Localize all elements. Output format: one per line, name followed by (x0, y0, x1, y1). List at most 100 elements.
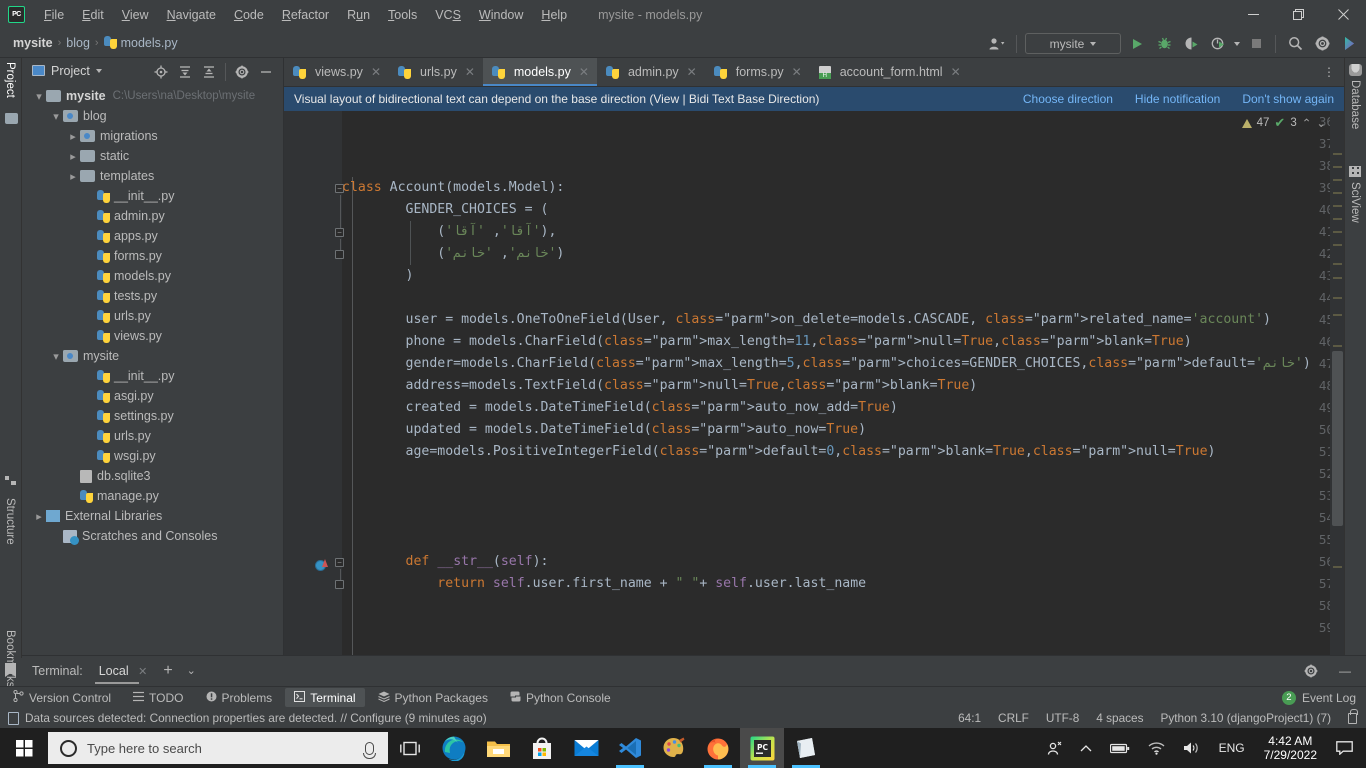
chevron-right-icon[interactable] (66, 130, 80, 143)
close-button[interactable] (1321, 0, 1366, 29)
tool-button-sciview[interactable]: SciView (1349, 182, 1361, 223)
code-editor[interactable]: − − − class Account(models.Model): GENDE… (284, 111, 1344, 658)
show-hidden-icons-chevron-up-icon[interactable] (1071, 728, 1101, 768)
menu-edit[interactable]: Edit (73, 4, 113, 26)
tool-button-problems[interactable]: Problems (197, 688, 282, 707)
file-encoding[interactable]: UTF-8 (1046, 711, 1079, 725)
settings-gear-icon[interactable] (1311, 33, 1333, 55)
editor-tab-views-py[interactable]: views.py ✕ (284, 58, 389, 86)
chevron-down-icon[interactable] (49, 350, 63, 363)
project-settings-gear-icon[interactable] (231, 61, 253, 83)
tool-button-bookmarks[interactable]: Bookmarks (4, 630, 16, 688)
editor-tab-forms-py[interactable]: forms.py ✕ (705, 58, 810, 86)
project-tree[interactable]: mysite C:\Users\na\Desktop\mysite blog migr… (22, 84, 283, 650)
tree-item-mysite[interactable]: mysite (22, 346, 283, 366)
volume-icon[interactable] (1174, 728, 1210, 768)
tool-button-database[interactable]: Database (1349, 80, 1361, 129)
profile-chevron-down-icon[interactable] (1234, 41, 1240, 46)
chevron-right-icon[interactable] (32, 510, 46, 523)
wifi-icon[interactable] (1139, 728, 1174, 768)
collapse-all-icon[interactable] (198, 61, 220, 83)
tree-item-wsgi-py[interactable]: wsgi.py (22, 446, 283, 466)
chevron-right-icon[interactable] (66, 150, 80, 163)
stop-icon[interactable] (1245, 33, 1267, 55)
search-everywhere-icon[interactable] (1284, 33, 1306, 55)
tool-button-structure[interactable]: Structure (4, 498, 16, 545)
editor-marker-bar[interactable] (1330, 111, 1344, 658)
project-view-chevron-down-icon[interactable] (95, 68, 102, 73)
next-problem-icon[interactable]: ⌄ (1316, 116, 1326, 130)
tree-item-external-libraries[interactable]: External Libraries (22, 506, 283, 526)
tool-button-version-control[interactable]: Version Control (4, 688, 120, 707)
tree-item-db-sqlite3[interactable]: db.sqlite3 (22, 466, 283, 486)
editor-tab-account_form-html[interactable]: account_form.html ✕ (810, 58, 969, 86)
chevron-down-icon[interactable] (49, 110, 63, 123)
lock-icon[interactable] (1348, 708, 1358, 724)
close-icon[interactable]: ✕ (687, 65, 697, 79)
caret-position[interactable]: 64:1 (958, 711, 981, 725)
menu-code[interactable]: Code (225, 4, 273, 26)
close-icon[interactable]: ✕ (138, 666, 147, 678)
mail-icon[interactable] (564, 728, 608, 768)
paint-icon[interactable] (652, 728, 696, 768)
tool-button-todo[interactable]: TODO (124, 688, 192, 707)
python-interpreter[interactable]: Python 3.10 (djangoProject1) (7) (1161, 711, 1332, 725)
file-explorer-icon[interactable] (476, 728, 520, 768)
banner-link-choose-direction[interactable]: Choose direction (1023, 92, 1113, 106)
banner-link-dont-show-again[interactable]: Don't show again (1242, 92, 1334, 106)
tree-item-init-py[interactable]: __init__.py (22, 366, 283, 386)
status-message-area[interactable]: Data sources detected: Connection proper… (0, 711, 487, 725)
hide-project-panel-icon[interactable] (255, 61, 277, 83)
menu-navigate[interactable]: Navigate (158, 4, 225, 26)
maximize-button[interactable] (1276, 0, 1321, 29)
tool-button-python-console[interactable]: Python Console (501, 688, 620, 707)
tree-item-static[interactable]: static (22, 146, 283, 166)
run-configuration-selector[interactable]: mysite (1025, 33, 1121, 54)
breadcrumb-folder[interactable]: blog (63, 36, 93, 50)
tree-item-scratches-and-consoles[interactable]: Scratches and Consoles (22, 526, 283, 546)
code-lines[interactable]: class Account(models.Model): GENDER_CHOI… (342, 111, 1344, 658)
tool-button-project[interactable]: Project (4, 62, 16, 98)
battery-icon[interactable] (1101, 728, 1139, 768)
menu-run[interactable]: Run (338, 4, 379, 26)
menu-refactor[interactable]: Refactor (273, 4, 338, 26)
pycharm-icon[interactable]: PC (740, 728, 784, 768)
menu-window[interactable]: Window (470, 4, 532, 26)
expand-all-icon[interactable] (174, 61, 196, 83)
menu-vcs[interactable]: VCS (426, 4, 470, 26)
terminal-options-chevron-down-icon[interactable]: ⌄ (187, 664, 196, 677)
menu-file[interactable]: File (35, 4, 73, 26)
event-log-button[interactable]: 2 Event Log (1281, 690, 1366, 705)
editor-tabs-more-icon[interactable]: ⋮ (1314, 58, 1344, 86)
editor-tab-urls-py[interactable]: urls.py ✕ (389, 58, 483, 86)
ide-assistant-icon[interactable] (1338, 33, 1360, 55)
tree-item-models-py[interactable]: models.py (22, 266, 283, 286)
close-icon[interactable]: ✕ (951, 65, 961, 79)
breadcrumb-file[interactable]: models.py (101, 36, 181, 50)
task-view-icon[interactable] (388, 728, 432, 768)
banner-link-hide-notification[interactable]: Hide notification (1135, 92, 1220, 106)
run-icon[interactable] (1126, 33, 1148, 55)
profile-icon[interactable] (1207, 33, 1229, 55)
tree-item-admin-py[interactable]: admin.py (22, 206, 283, 226)
line-separator[interactable]: CRLF (998, 711, 1029, 725)
chevron-right-icon[interactable] (66, 170, 80, 183)
close-icon[interactable]: ✕ (465, 65, 475, 79)
breadcrumb-project[interactable]: mysite (10, 36, 56, 50)
taskbar-search-box[interactable]: Type here to search (48, 732, 388, 764)
notes-icon[interactable] (784, 728, 828, 768)
editor-tab-models-py[interactable]: models.py ✕ (482, 58, 597, 86)
indent-setting[interactable]: 4 spaces (1096, 711, 1143, 725)
meet-now-icon[interactable] (1038, 728, 1071, 768)
microphone-icon[interactable] (363, 741, 376, 759)
close-icon[interactable]: ✕ (371, 65, 381, 79)
vscode-icon[interactable] (608, 728, 652, 768)
firefox-icon[interactable] (696, 728, 740, 768)
menu-help[interactable]: Help (532, 4, 576, 26)
run-with-coverage-icon[interactable] (1180, 33, 1202, 55)
close-icon[interactable]: ✕ (792, 65, 802, 79)
tree-item-urls-py[interactable]: urls.py (22, 426, 283, 446)
microsoft-store-icon[interactable] (520, 728, 564, 768)
notification-icon[interactable] (1327, 728, 1362, 768)
menu-tools[interactable]: Tools (379, 4, 426, 26)
